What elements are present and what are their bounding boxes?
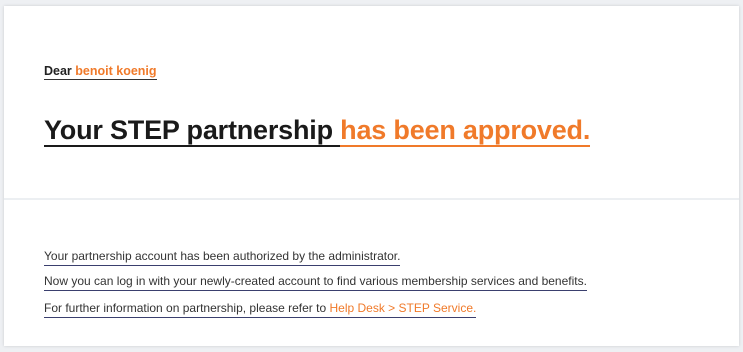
headline-main: Your STEP partnership xyxy=(44,115,341,147)
email-frame: Dear benoit koenig Your STEP partnership… xyxy=(0,0,743,352)
greeting-prefix: Dear xyxy=(44,64,76,78)
greeting-text: Dear benoit koenig xyxy=(44,64,157,80)
page-title: Your STEP partnership has been approved. xyxy=(44,113,590,147)
help-desk-link[interactable]: Help Desk > STEP Service. xyxy=(329,301,476,315)
body-line-login: Now you can log in with your newly-creat… xyxy=(44,273,587,291)
body-line-authorized: Your partnership account has been author… xyxy=(44,248,401,266)
further-info-text: For further information on partnership, … xyxy=(44,301,330,315)
email-header-section: Dear benoit koenig Your STEP partnership… xyxy=(4,6,739,192)
email-card: Dear benoit koenig Your STEP partnership… xyxy=(4,6,739,346)
greeting: Dear benoit koenig xyxy=(44,63,157,80)
headline-status: has been approved. xyxy=(340,115,591,147)
recipient-name: benoit koenig xyxy=(75,64,157,78)
body-line-further-info: For further information on partnership, … xyxy=(44,300,477,318)
section-divider xyxy=(4,198,739,200)
